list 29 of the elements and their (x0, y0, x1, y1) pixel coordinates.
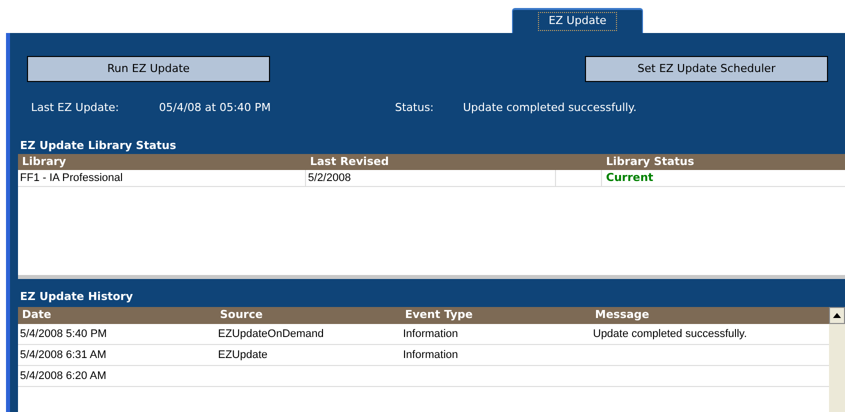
table-cell-text: FF1 - IA Professional (20, 170, 123, 186)
table-cell-text: 5/2/2008 (308, 170, 351, 186)
scroll-up-button[interactable] (829, 307, 845, 324)
column-header[interactable]: Date (22, 308, 52, 322)
up-arrow-icon (833, 313, 841, 318)
column-header[interactable]: Source (220, 308, 263, 322)
status-label: Status: (395, 100, 435, 116)
table-cell: EZUpdateOnDemand (218, 328, 324, 340)
column-header[interactable]: Library Status (606, 154, 694, 168)
column-header[interactable]: Message (595, 308, 650, 322)
table-cell: Information (403, 328, 458, 340)
column-header[interactable]: Library (22, 154, 66, 168)
column-header[interactable]: Last Revised (310, 154, 389, 168)
tab[interactable]: EZ Update (512, 8, 643, 33)
last-update-value: 05/4/08 at 05:40 PM (159, 100, 272, 116)
table-cell: Update completed successfully. (593, 328, 747, 340)
table-cell: Information (403, 348, 458, 361)
status-cell: Current (606, 170, 654, 184)
action-button[interactable]: Run EZ Update (27, 56, 270, 82)
section-title: EZ Update Library Status (19, 138, 178, 154)
section-title: EZ Update History (19, 289, 134, 305)
last-update-label: Last EZ Update: (31, 100, 120, 116)
status-value: Update completed successfully. (463, 100, 637, 116)
table-cell: EZUpdate (218, 348, 268, 361)
column-header[interactable]: Event Type (405, 308, 473, 322)
action-button[interactable]: Set EZ Update Scheduler (585, 56, 828, 82)
table-cell: 5/4/2008 6:20 AM (20, 370, 106, 382)
table-cell: 5/4/2008 5:40 PM (20, 328, 107, 340)
table-cell: 5/4/2008 6:31 AM (20, 348, 106, 361)
